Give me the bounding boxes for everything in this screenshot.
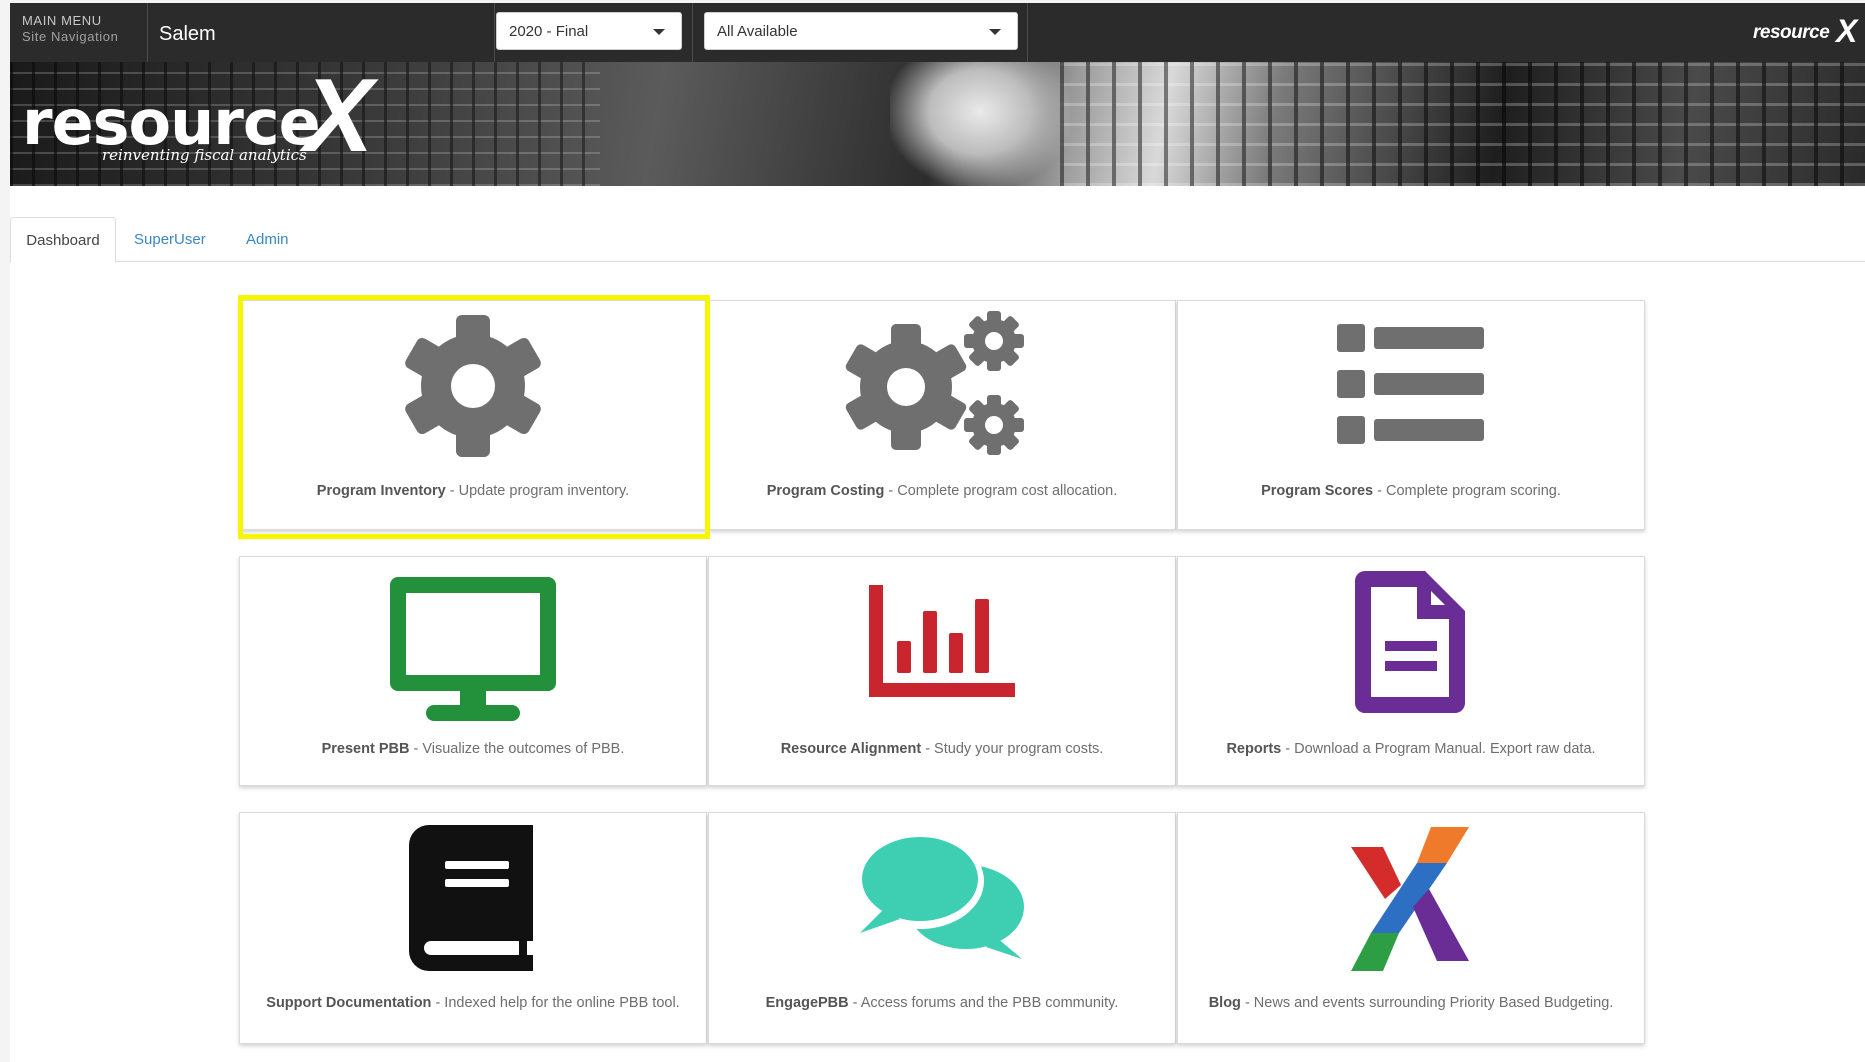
tile-caption: Present PBB - Visualize the outcomes of … <box>258 739 688 759</box>
brand-logo-text: resource <box>1753 22 1830 43</box>
tile-title: Support Documentation <box>266 995 432 1011</box>
banner-tagline: reinventing fiscal analytics <box>102 146 307 164</box>
tile-blog[interactable]: Blog - News and events surrounding Prior… <box>1177 812 1645 1044</box>
gears-icon <box>709 311 1175 461</box>
banner-building-right <box>1060 62 1865 186</box>
gear-icon <box>240 313 706 459</box>
tile-caption: EngagePBB - Access forums and the PBB co… <box>727 993 1157 1013</box>
navbar-divider <box>494 3 495 62</box>
tab-dashboard[interactable]: Dashboard <box>10 217 116 263</box>
tile-title: Reports <box>1226 741 1282 757</box>
brand-logo-x: X <box>1836 13 1858 49</box>
tile-program-inventory[interactable]: Program Inventory - Update program inven… <box>239 300 707 530</box>
year-select-value: 2020 - Final <box>509 23 589 40</box>
tile-resource-alignment[interactable]: Resource Alignment - Study your program … <box>708 556 1176 786</box>
banner-logo: resource X reinventing fiscal analytics <box>22 64 402 176</box>
header-banner: resource X reinventing fiscal analytics <box>10 62 1865 186</box>
site-navigation-label: Site Navigation <box>22 29 119 44</box>
tile-title: Present PBB <box>321 741 410 757</box>
main-menu-button[interactable]: MAIN MENU Site Navigation <box>10 3 148 62</box>
tile-description: - Visualize the outcomes of PBB. <box>409 741 625 757</box>
bar-chart-icon <box>709 585 1175 697</box>
chevron-down-icon <box>653 29 665 35</box>
monitor-icon <box>240 575 706 725</box>
dashboard-page: MAIN MENU Site Navigation Salem 2020 - F… <box>10 3 1865 1062</box>
tile-description: - Study your program costs. <box>921 741 1104 757</box>
book-icon <box>240 823 706 973</box>
tab-admin[interactable]: Admin <box>246 217 289 262</box>
scope-select[interactable]: All Available <box>704 12 1018 50</box>
tile-support-documentation[interactable]: Support Documentation - Indexed help for… <box>239 812 707 1044</box>
tile-title: Program Inventory <box>316 483 446 499</box>
tile-present-pbb[interactable]: Present PBB - Visualize the outcomes of … <box>239 556 707 786</box>
tile-description: - Update program inventory. <box>445 483 630 499</box>
tile-title: Resource Alignment <box>780 741 922 757</box>
tile-title: Blog <box>1208 995 1241 1011</box>
tile-title: EngagePBB <box>765 995 849 1011</box>
tile-reports[interactable]: Reports - Download a Program Manual. Exp… <box>1177 556 1645 786</box>
tile-description: - Access forums and the PBB community. <box>848 995 1119 1011</box>
main-menu-label: MAIN MENU <box>22 13 102 28</box>
tile-caption: Program Costing - Complete program cost … <box>727 481 1157 501</box>
tile-description: - Download a Program Manual. Export raw … <box>1281 741 1596 757</box>
tile-title: Program Scores <box>1261 483 1374 499</box>
tile-description: - Complete program cost allocation. <box>884 483 1118 499</box>
year-select[interactable]: 2020 - Final <box>496 12 682 50</box>
tile-caption: Reports - Download a Program Manual. Exp… <box>1196 739 1626 759</box>
tile-caption: Support Documentation - Indexed help for… <box>258 993 688 1013</box>
resourcex-x-icon <box>1178 825 1644 973</box>
tile-program-scores[interactable]: Program Scores - Complete program scorin… <box>1177 300 1645 530</box>
tile-caption: Program Inventory - Update program inven… <box>258 481 688 501</box>
document-icon <box>1178 567 1644 717</box>
scope-select-value: All Available <box>717 23 798 40</box>
site-name: Salem <box>159 23 216 45</box>
top-navbar: MAIN MENU Site Navigation Salem 2020 - F… <box>10 3 1865 62</box>
list-icon <box>1178 323 1644 447</box>
banner-sky <box>890 62 1070 186</box>
navbar-divider <box>692 3 693 62</box>
tile-caption: Program Scores - Complete program scorin… <box>1196 481 1626 501</box>
chat-bubbles-icon <box>709 829 1175 963</box>
tab-bar: Dashboard SuperUser Admin <box>10 217 1865 263</box>
tile-program-costing[interactable]: Program Costing - Complete program cost … <box>708 300 1176 530</box>
brand-logo[interactable]: resource X <box>1753 13 1863 53</box>
tile-description: - Indexed help for the online PBB tool. <box>431 995 680 1011</box>
tile-caption: Blog - News and events surrounding Prior… <box>1196 993 1626 1013</box>
tile-description: - Complete program scoring. <box>1373 483 1561 499</box>
tile-title: Program Costing <box>766 483 885 499</box>
chevron-down-icon <box>989 29 1001 35</box>
navbar-divider <box>1027 3 1028 62</box>
banner-logo-x: X <box>304 62 374 174</box>
tile-caption: Resource Alignment - Study your program … <box>727 739 1157 759</box>
tile-description: - News and events surrounding Priority B… <box>1240 995 1614 1011</box>
tile-engagepbb[interactable]: EngagePBB - Access forums and the PBB co… <box>708 812 1176 1044</box>
tab-superuser[interactable]: SuperUser <box>134 217 206 262</box>
